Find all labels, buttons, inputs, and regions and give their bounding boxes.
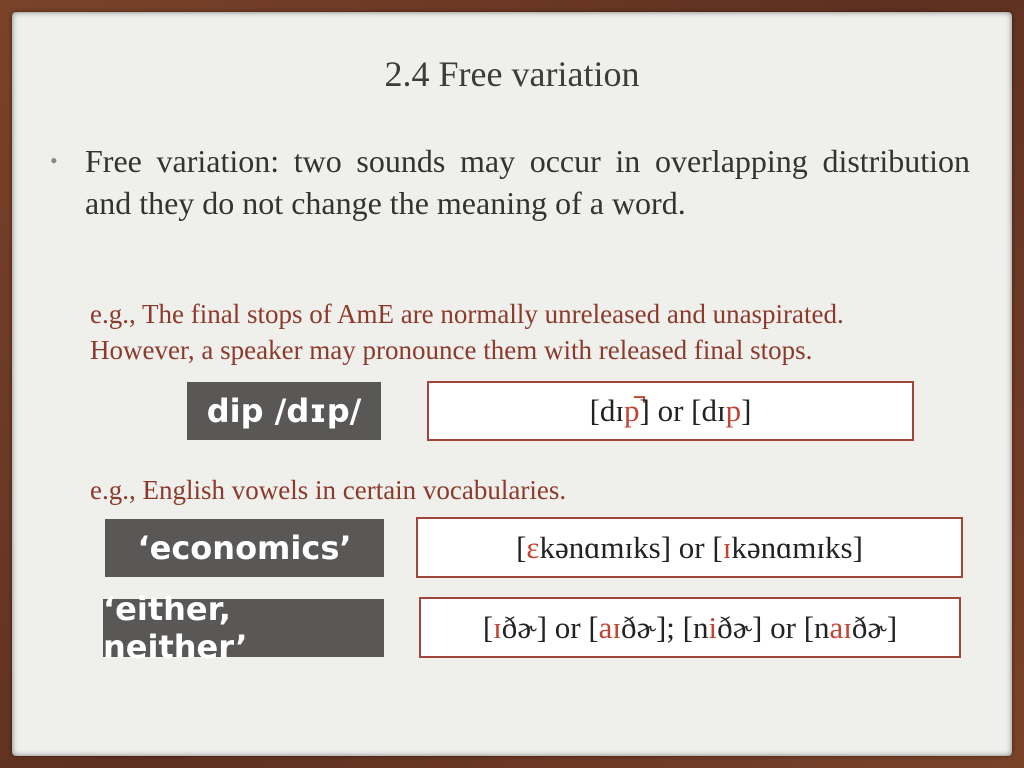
bullet-text: Free variation: two sounds may occur in … (85, 143, 970, 221)
highlighted-segment: aɪ (598, 609, 622, 645)
transcription-segment: [dɪ (589, 393, 624, 428)
transcription-segment: kənɑmɪks] or [ (539, 529, 723, 565)
label-either-neither: ‘either, neither’ (103, 590, 384, 666)
transcription-dip: [dɪp̚] or [dɪp] (427, 381, 914, 441)
transcription-segment: ðɚ] or [n (717, 609, 830, 645)
transcription-segment: kənɑmɪks] (731, 529, 863, 565)
label-dip: dip /dɪp/ (187, 382, 381, 440)
bullet-paragraph: Free variation: two sounds may occur in … (57, 140, 970, 224)
transcription-segment: ] (741, 393, 752, 428)
example-line-2: However, a speaker may pronounce them wi… (90, 335, 813, 365)
label-economics: ‘economics’ (105, 519, 384, 577)
transcription-segment: [ (482, 609, 494, 645)
highlighted-segment: p̚ (624, 393, 640, 428)
highlighted-segment: ɪ (493, 609, 502, 645)
transcription-segment: ] or [dɪ (639, 393, 726, 428)
transcription-text: [dɪp̚] or [dɪp] (590, 393, 752, 429)
transcription-segment: ðɚ]; [n (621, 609, 709, 645)
highlighted-segment: aɪ (829, 609, 852, 645)
example-english-vowels: e.g., English vowels in certain vocabula… (90, 475, 567, 505)
slide-title: 2.4 Free variation (384, 54, 640, 94)
transcription-text: [ɛkənɑmɪks] or [ɪkənɑmɪks] (516, 530, 863, 566)
example-released-stops: e.g., The final stops of AmE are normall… (90, 296, 1000, 368)
highlighted-segment: ɛ (526, 529, 540, 565)
highlighted-segment: p (725, 393, 742, 428)
transcription-text: [ɪðɚ] or [aɪðɚ]; [niðɚ] or [naɪðɚ] (483, 610, 897, 646)
transcription-segment: ðɚ] or [ (501, 609, 599, 645)
highlighted-segment: i (708, 609, 718, 645)
transcription-segment: [ (516, 529, 527, 565)
transcription-segment: ðɚ] (851, 609, 898, 645)
transcription-economics: [ɛkənɑmɪks] or [ɪkənɑmɪks] (416, 517, 963, 578)
example-line-1: e.g., The final stops of AmE are normall… (90, 299, 844, 329)
transcription-either-neither: [ɪðɚ] or [aɪðɚ]; [niðɚ] or [naɪðɚ] (419, 597, 961, 658)
